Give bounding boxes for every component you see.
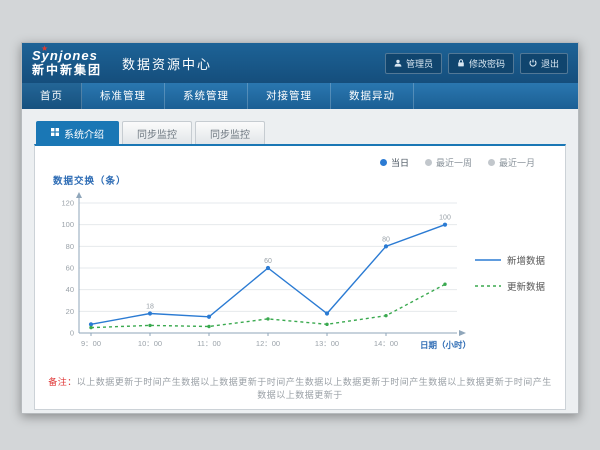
nav-item-data-change[interactable]: 数据异动 xyxy=(331,83,414,109)
series-legend-label: 更新数据 xyxy=(507,279,545,293)
svg-text:13：00: 13：00 xyxy=(315,339,339,348)
logout-button-label: 退出 xyxy=(541,57,559,70)
logout-button[interactable]: 退出 xyxy=(520,53,568,74)
filter-last-week[interactable]: 最近一周 xyxy=(425,156,472,169)
top-bar: Synjones ★ 新中新集团 数据资源中心 管理员 修改密码 退出 xyxy=(22,43,578,83)
svg-text:12：00: 12：00 xyxy=(256,339,280,348)
filter-last-month-label: 最近一月 xyxy=(499,156,535,169)
y-axis-title: 数据交换（条） xyxy=(53,173,555,187)
svg-text:18: 18 xyxy=(146,304,154,311)
chart-panel: 当日 最近一周 最近一月 数据交换（条） 0 20 40 60 80 100 120 9：00… xyxy=(34,144,566,410)
svg-text:20: 20 xyxy=(66,307,74,316)
logo-text-cn: 新中新集团 xyxy=(32,64,102,77)
series-legend: 新增数据更新数据 xyxy=(475,253,545,293)
footnote-label: 备注： xyxy=(48,377,77,387)
series-legend-item: 更新数据 xyxy=(475,279,545,293)
lock-icon xyxy=(457,59,465,67)
footnote-text: 以上数据更新于时间产生数据以上数据更新于时间产生数据以上数据更新于时间产生数据以… xyxy=(77,377,552,400)
tab-sync-monitor-2-label: 同步监控 xyxy=(210,126,250,141)
filter-last-week-label: 最近一周 xyxy=(436,156,472,169)
svg-text:10：00: 10：00 xyxy=(138,339,162,348)
series-legend-item: 新增数据 xyxy=(475,253,545,267)
grid-icon xyxy=(51,128,59,139)
radio-dot-icon xyxy=(380,159,387,166)
nav-item-system-mgmt[interactable]: 系统管理 xyxy=(165,83,248,109)
filter-today[interactable]: 当日 xyxy=(380,156,409,169)
svg-text:9：00: 9：00 xyxy=(81,339,101,348)
series-legend-label: 新增数据 xyxy=(507,253,545,267)
tab-sync-monitor-1-label: 同步监控 xyxy=(137,126,177,141)
svg-text:60: 60 xyxy=(66,264,74,273)
top-actions: 管理员 修改密码 退出 xyxy=(385,53,568,74)
nav-item-home[interactable]: 首页 xyxy=(22,83,82,109)
radio-dot-icon xyxy=(425,159,432,166)
admin-button-label: 管理员 xyxy=(406,57,433,70)
svg-text:100: 100 xyxy=(61,220,74,229)
filter-today-label: 当日 xyxy=(391,156,409,169)
svg-text:80: 80 xyxy=(382,236,390,243)
legend-line-sample xyxy=(475,256,501,264)
svg-text:日期（小时）: 日期（小时） xyxy=(420,340,471,350)
tab-sync-monitor-2[interactable]: 同步监控 xyxy=(195,121,265,144)
svg-text:60: 60 xyxy=(264,258,272,265)
admin-button[interactable]: 管理员 xyxy=(385,53,442,74)
logo-star-icon: ★ xyxy=(41,45,48,54)
user-icon xyxy=(394,59,402,67)
change-password-button[interactable]: 修改密码 xyxy=(448,53,514,74)
tab-system-intro[interactable]: 系统介绍 xyxy=(36,121,119,144)
company-logo: Synjones ★ 新中新集团 xyxy=(32,49,102,76)
app-title: 数据资源中心 xyxy=(122,54,212,73)
tab-system-intro-label: 系统介绍 xyxy=(64,126,104,141)
svg-text:14：00: 14：00 xyxy=(374,339,398,348)
main-nav: 首页 标准管理 系统管理 对接管理 数据异动 xyxy=(22,83,578,109)
tab-sync-monitor-1[interactable]: 同步监控 xyxy=(122,121,192,144)
nav-item-standard-mgmt[interactable]: 标准管理 xyxy=(82,83,165,109)
content-area: 系统介绍 同步监控 同步监控 当日 最近一周 xyxy=(22,109,578,420)
legend-line-sample xyxy=(475,282,501,290)
desktop-background: Synjones ★ 新中新集团 数据资源中心 管理员 修改密码 退出 xyxy=(0,0,600,450)
svg-text:80: 80 xyxy=(66,242,74,251)
power-icon xyxy=(529,59,537,67)
line-chart: 0 20 40 60 80 100 120 9：00 10：00 11：00 12：00 13：00 1… xyxy=(45,187,473,359)
svg-text:100: 100 xyxy=(439,215,451,222)
svg-text:120: 120 xyxy=(61,199,74,208)
nav-item-interface-mgmt[interactable]: 对接管理 xyxy=(248,83,331,109)
svg-text:40: 40 xyxy=(66,285,74,294)
svg-text:0: 0 xyxy=(70,329,74,338)
chart-row: 0 20 40 60 80 100 120 9：00 10：00 11：00 12：00 13：00 1… xyxy=(45,187,555,359)
filter-last-month[interactable]: 最近一月 xyxy=(488,156,535,169)
change-password-button-label: 修改密码 xyxy=(469,57,505,70)
app-window: Synjones ★ 新中新集团 数据资源中心 管理员 修改密码 退出 xyxy=(21,42,579,414)
radio-dot-icon xyxy=(488,159,495,166)
footnote: 备注：以上数据更新于时间产生数据以上数据更新于时间产生数据以上数据更新于时间产生… xyxy=(45,375,555,401)
tab-bar: 系统介绍 同步监控 同步监控 xyxy=(34,121,566,144)
range-filter-group: 当日 最近一周 最近一月 xyxy=(45,152,555,171)
svg-text:11：00: 11：00 xyxy=(197,339,221,348)
